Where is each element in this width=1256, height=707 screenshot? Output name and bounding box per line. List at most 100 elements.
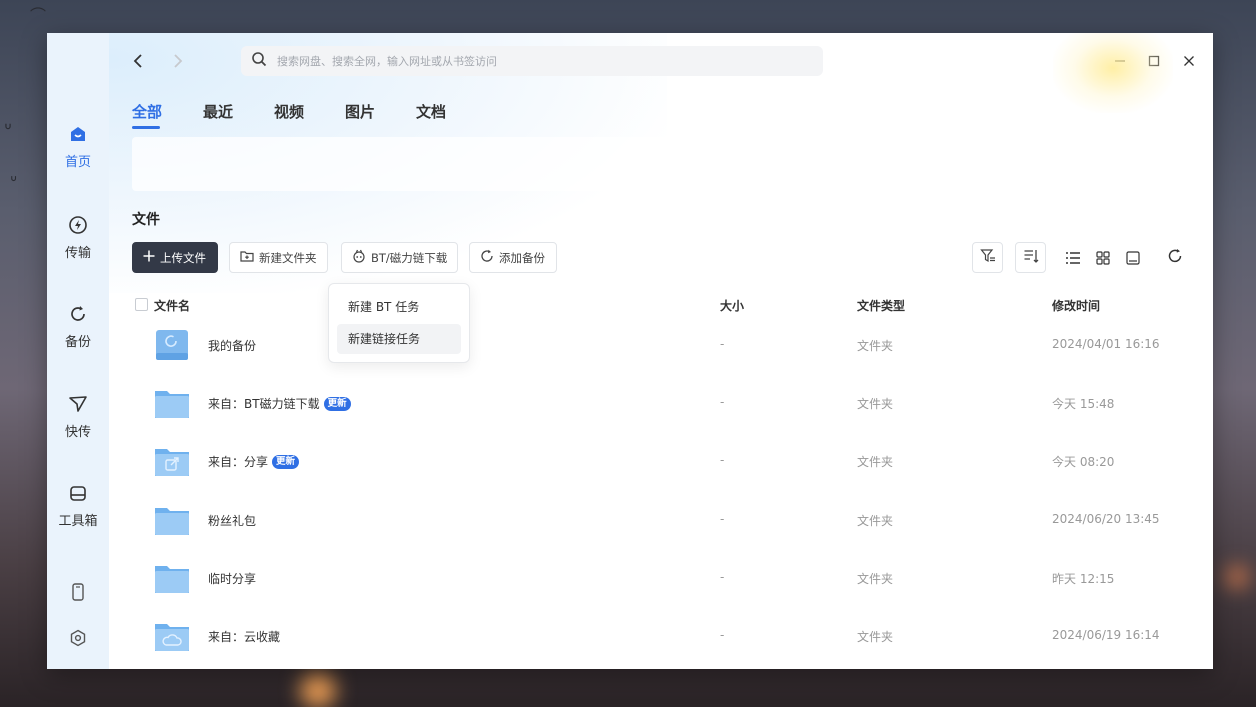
tab-recent[interactable]: 最近	[203, 101, 233, 122]
list-view-icon[interactable]	[1062, 247, 1084, 269]
search-input[interactable]	[277, 54, 797, 68]
file-name-text: 来自：云收藏	[208, 630, 281, 644]
file-size: -	[720, 512, 725, 526]
file-modified: 2024/06/20 13:45	[1052, 512, 1160, 526]
file-size: -	[720, 628, 725, 642]
minimize-button[interactable]	[1109, 50, 1131, 72]
preview-view-icon[interactable]	[1122, 247, 1144, 269]
search-icon	[251, 51, 267, 71]
file-name: 临时分享	[208, 570, 256, 587]
home-icon	[67, 123, 89, 145]
select-all-checkbox[interactable]	[135, 298, 148, 311]
back-button[interactable]	[127, 50, 149, 72]
add-backup-label: 添加备份	[499, 250, 545, 265]
section-title: 文件	[132, 212, 160, 228]
file-type: 文件夹	[857, 630, 894, 644]
send-icon	[67, 393, 89, 415]
sidebar-item-label: 传输	[64, 246, 91, 261]
phone-icon[interactable]	[67, 581, 89, 603]
tab-video[interactable]: 视频	[274, 101, 304, 122]
table-row[interactable]: 来自：云收藏 - 文件夹 2024/06/19 16:14	[132, 610, 1192, 668]
file-size: -	[720, 395, 725, 409]
table-row[interactable]: 来自：分享 更新 - 文件夹 今天 08:20	[132, 435, 1192, 493]
folder-icon	[154, 385, 190, 421]
forward-button[interactable]	[167, 50, 189, 72]
new-folder-icon	[240, 250, 254, 265]
sidebar-item-quick-send[interactable]: 快传	[47, 393, 109, 440]
update-badge: 更新	[272, 454, 300, 469]
sidebar-item-label: 备份	[64, 335, 91, 350]
sidebar-item-home[interactable]: 首页	[47, 123, 109, 170]
add-backup-button[interactable]: 添加备份	[469, 242, 557, 273]
toolbox-icon	[67, 482, 89, 504]
background-bird: ᐡ	[10, 172, 18, 193]
backup-drive-icon	[154, 327, 190, 363]
column-header-type[interactable]: 文件类型	[857, 297, 905, 314]
file-size: -	[720, 337, 725, 351]
view-mode-group	[1058, 242, 1148, 273]
search-bar[interactable]	[241, 46, 823, 76]
file-name-text: 粉丝礼包	[208, 514, 257, 528]
plus-icon	[143, 250, 155, 265]
sidebar-item-label: 快传	[64, 425, 91, 440]
background-bird: ⌒	[30, 6, 47, 25]
column-header-name[interactable]: 文件名	[154, 297, 190, 314]
sidebar-item-backup[interactable]: 备份	[47, 303, 109, 350]
file-type: 文件夹	[857, 455, 894, 469]
tab-documents[interactable]: 文档	[416, 101, 446, 122]
close-button[interactable]	[1178, 50, 1200, 72]
background-light	[300, 672, 336, 707]
backup-icon	[67, 303, 89, 325]
file-name: 粉丝礼包	[208, 512, 256, 529]
transfer-icon	[67, 214, 89, 236]
file-type: 文件夹	[857, 397, 894, 411]
banner-area	[132, 137, 1192, 191]
active-tab-indicator	[132, 126, 160, 129]
file-name-text: 来自：BT磁力链下载	[208, 397, 320, 411]
column-header-modified[interactable]: 修改时间	[1052, 297, 1100, 314]
sidebar-item-label: 工具箱	[58, 514, 98, 529]
file-name-text: 我的备份	[208, 339, 257, 353]
file-modified: 今天 08:20	[1052, 455, 1115, 469]
share-folder-icon	[154, 443, 190, 479]
sidebar-item-label: 首页	[64, 155, 91, 170]
menu-item-new-bt-task[interactable]: 新建 BT 任务	[337, 292, 461, 322]
file-modified: 昨天 12:15	[1052, 572, 1115, 586]
table-row[interactable]: 临时分享 - 文件夹 昨天 12:15	[132, 552, 1192, 610]
refresh-button[interactable]	[1159, 242, 1190, 273]
file-size: -	[720, 453, 725, 467]
bt-download-button[interactable]: BT/磁力链下载	[341, 242, 458, 273]
bt-download-menu: 新建 BT 任务 新建链接任务	[328, 283, 470, 363]
menu-item-new-link-task[interactable]: 新建链接任务	[337, 324, 461, 354]
refresh-icon	[1167, 248, 1183, 268]
file-name-text: 临时分享	[208, 572, 257, 586]
new-folder-label: 新建文件夹	[259, 250, 317, 265]
table-row[interactable]: 来自：BT磁力链下载 更新 - 文件夹 今天 15:48	[132, 377, 1192, 435]
table-row[interactable]: 我的备份 - 文件夹 2024/04/01 16:16	[132, 319, 1192, 377]
grid-view-icon[interactable]	[1092, 247, 1114, 269]
folder-icon	[154, 560, 190, 596]
sort-button[interactable]	[1015, 242, 1046, 273]
cloud-folder-icon	[154, 618, 190, 654]
file-type: 文件夹	[857, 339, 894, 353]
sort-icon	[1023, 248, 1039, 268]
table-row[interactable]: 粉丝礼包 - 文件夹 2024/06/20 13:45	[132, 494, 1192, 552]
tab-all[interactable]: 全部	[132, 101, 162, 122]
sidebar-item-transfer[interactable]: 传输	[47, 214, 109, 261]
file-modified: 今天 15:48	[1052, 397, 1115, 411]
file-size: -	[720, 570, 725, 584]
maximize-button[interactable]	[1143, 50, 1165, 72]
upload-button[interactable]: 上传文件	[132, 242, 218, 273]
tab-images[interactable]: 图片	[345, 101, 375, 122]
file-name: 来自：云收藏	[208, 628, 280, 645]
new-folder-button[interactable]: 新建文件夹	[229, 242, 328, 273]
settings-icon[interactable]	[67, 627, 89, 649]
update-badge: 更新	[323, 396, 351, 411]
backup-icon	[480, 249, 494, 266]
column-header-size[interactable]: 大小	[720, 297, 744, 314]
file-name-text: 来自：分享	[208, 455, 269, 469]
file-modified: 2024/06/19 16:14	[1052, 628, 1160, 642]
filter-button[interactable]	[972, 242, 1003, 273]
sidebar: 首页 传输 备份 快传 工具箱	[47, 33, 109, 669]
sidebar-item-toolbox[interactable]: 工具箱	[47, 482, 109, 529]
